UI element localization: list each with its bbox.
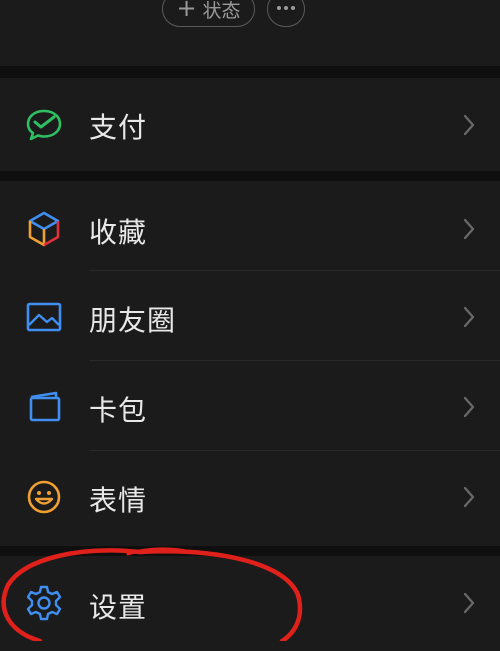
plus-icon: + (176, 0, 197, 22)
gear-icon (26, 585, 62, 621)
menu-item-label: 朋友圈 (89, 304, 177, 337)
menu-item-cards[interactable]: 卡包 (0, 361, 500, 451)
add-status-button[interactable]: + 状态 (162, 0, 255, 27)
menu-item-label: 支付 (89, 111, 148, 144)
menu-item-pay[interactable]: 支付 (0, 78, 500, 171)
menu-item-moments[interactable]: 朋友圈 (0, 271, 500, 361)
menu-item-stickers[interactable]: 表情 (0, 451, 500, 541)
chevron-right-icon (463, 486, 475, 508)
more-button[interactable] (267, 0, 305, 27)
menu-item-label: 设置 (89, 591, 148, 624)
status-label: 状态 (202, 0, 241, 22)
chevron-right-icon (463, 396, 475, 418)
chevron-right-icon (463, 114, 475, 136)
chevron-right-icon (463, 306, 475, 328)
menu-item-label: 收藏 (89, 216, 148, 249)
pay-section: 支付 (0, 78, 500, 171)
smiley-icon (27, 480, 61, 514)
wallet-icon (29, 391, 61, 422)
menu-item-label: 卡包 (89, 394, 148, 427)
profile-header: + 状态 (0, 0, 500, 66)
menu-item-settings[interactable]: 设置 (0, 556, 500, 651)
settings-section: 设置 (0, 556, 500, 651)
chevron-right-icon (463, 218, 475, 240)
wechat-pay-icon (26, 109, 62, 141)
features-section: 收藏 朋友圈 卡包 表情 (0, 181, 500, 546)
menu-item-label: 表情 (89, 484, 148, 517)
image-icon (26, 302, 62, 332)
cube-icon (28, 211, 60, 247)
menu-item-favorites[interactable]: 收藏 (0, 181, 500, 271)
chevron-right-icon (463, 592, 475, 614)
ellipsis-icon (277, 6, 295, 10)
